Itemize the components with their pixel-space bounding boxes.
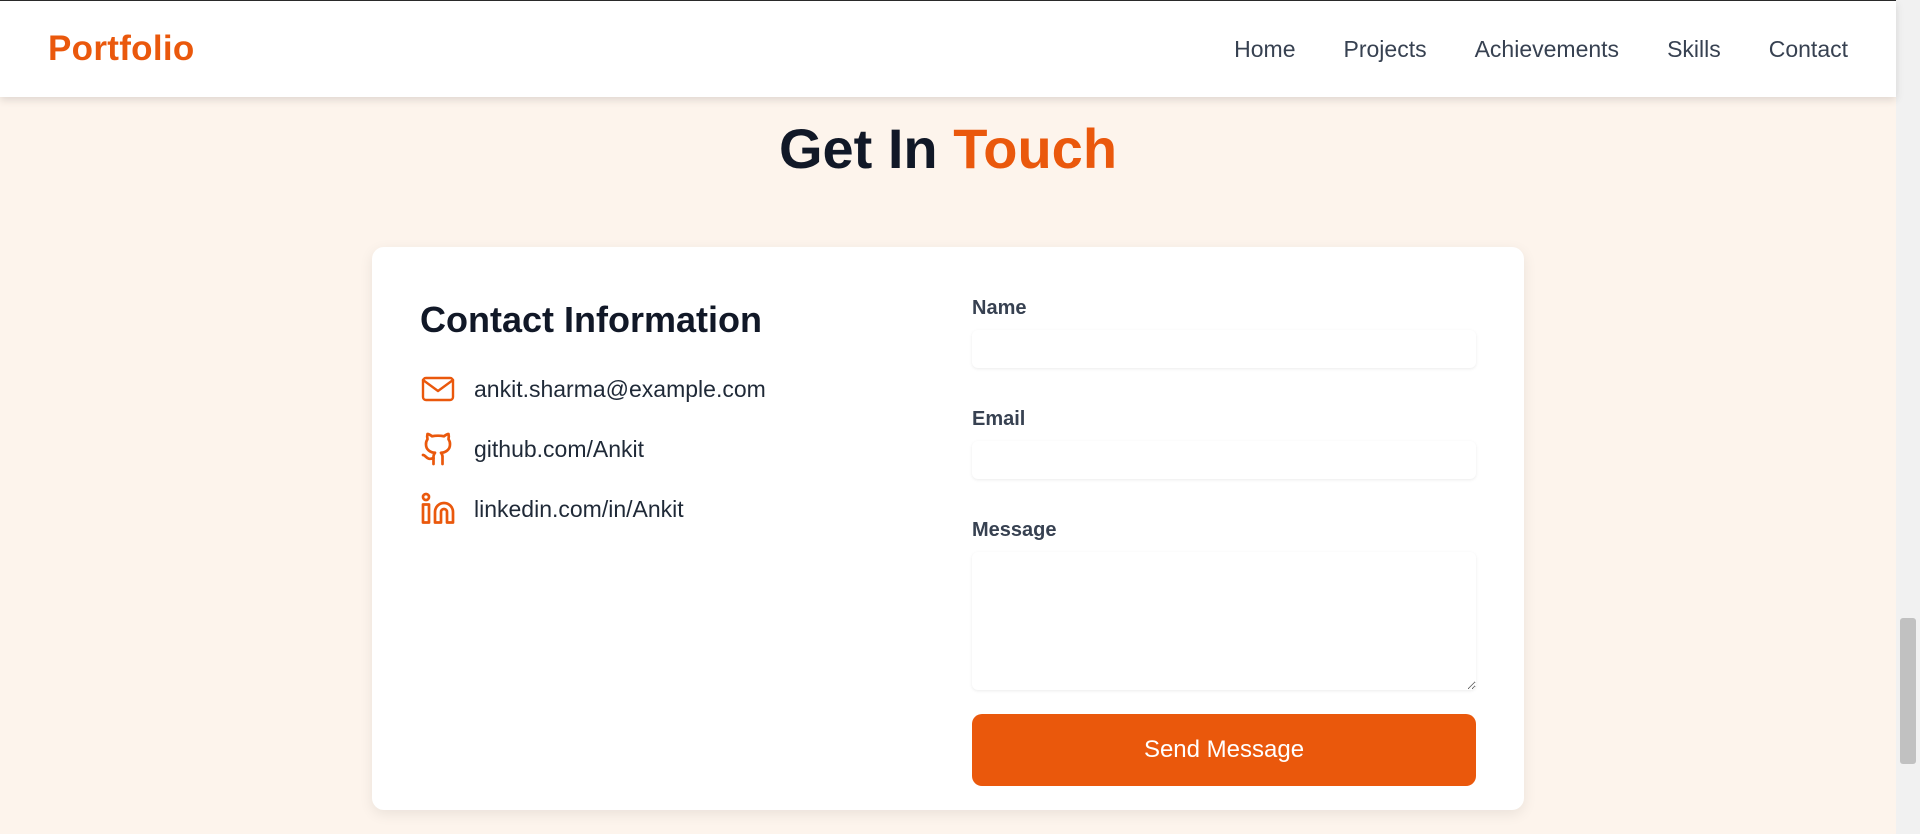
section-title-accent: Touch bbox=[953, 117, 1118, 180]
send-message-button[interactable]: Send Message bbox=[972, 714, 1476, 786]
contact-information-heading: Contact Information bbox=[420, 299, 762, 340]
browser-viewport: Portfolio Home Projects Achievements Ski… bbox=[0, 0, 1920, 834]
contact-linkedin-row: linkedin.com/in/Ankit bbox=[420, 489, 900, 529]
scrollbar-thumb[interactable] bbox=[1900, 618, 1916, 764]
navbar: Portfolio Home Projects Achievements Ski… bbox=[0, 1, 1896, 97]
brand-logo[interactable]: Portfolio bbox=[48, 29, 195, 69]
email-label: Email bbox=[972, 408, 1026, 430]
nav-link-skills[interactable]: Skills bbox=[1667, 36, 1721, 63]
contact-form: Name Email Message Send Message bbox=[972, 297, 1476, 786]
section-title-main: Get In bbox=[778, 117, 938, 180]
contact-github-row: github.com/Ankit bbox=[420, 429, 900, 469]
contact-github-text: github.com/Ankit bbox=[474, 435, 645, 462]
nav-link-home[interactable]: Home bbox=[1234, 36, 1295, 63]
contact-card: Contact Information ankit.sharma@example… bbox=[372, 247, 1524, 810]
page-scrollbar[interactable] bbox=[1896, 0, 1920, 834]
linkedin-icon bbox=[420, 491, 456, 527]
nav-link-projects[interactable]: Projects bbox=[1344, 36, 1427, 63]
contact-email-text: ankit.sharma@example.com bbox=[474, 375, 766, 402]
name-label: Name bbox=[972, 297, 1027, 319]
mail-icon bbox=[420, 371, 456, 407]
section-title: Get In Touch bbox=[0, 116, 1896, 181]
contact-information: Contact Information ankit.sharma@example… bbox=[420, 299, 900, 549]
message-label: Message bbox=[972, 519, 1057, 541]
nav-link-achievements[interactable]: Achievements bbox=[1475, 36, 1619, 63]
github-icon bbox=[420, 431, 456, 467]
email-field[interactable] bbox=[972, 441, 1476, 479]
contact-email-row: ankit.sharma@example.com bbox=[420, 369, 900, 409]
nav-links: Home Projects Achievements Skills Contac… bbox=[1234, 36, 1848, 63]
contact-linkedin-text: linkedin.com/in/Ankit bbox=[474, 495, 684, 522]
nav-link-contact[interactable]: Contact bbox=[1769, 36, 1848, 63]
message-field[interactable] bbox=[972, 552, 1476, 690]
name-field[interactable] bbox=[972, 330, 1476, 368]
page: Portfolio Home Projects Achievements Ski… bbox=[0, 0, 1896, 834]
